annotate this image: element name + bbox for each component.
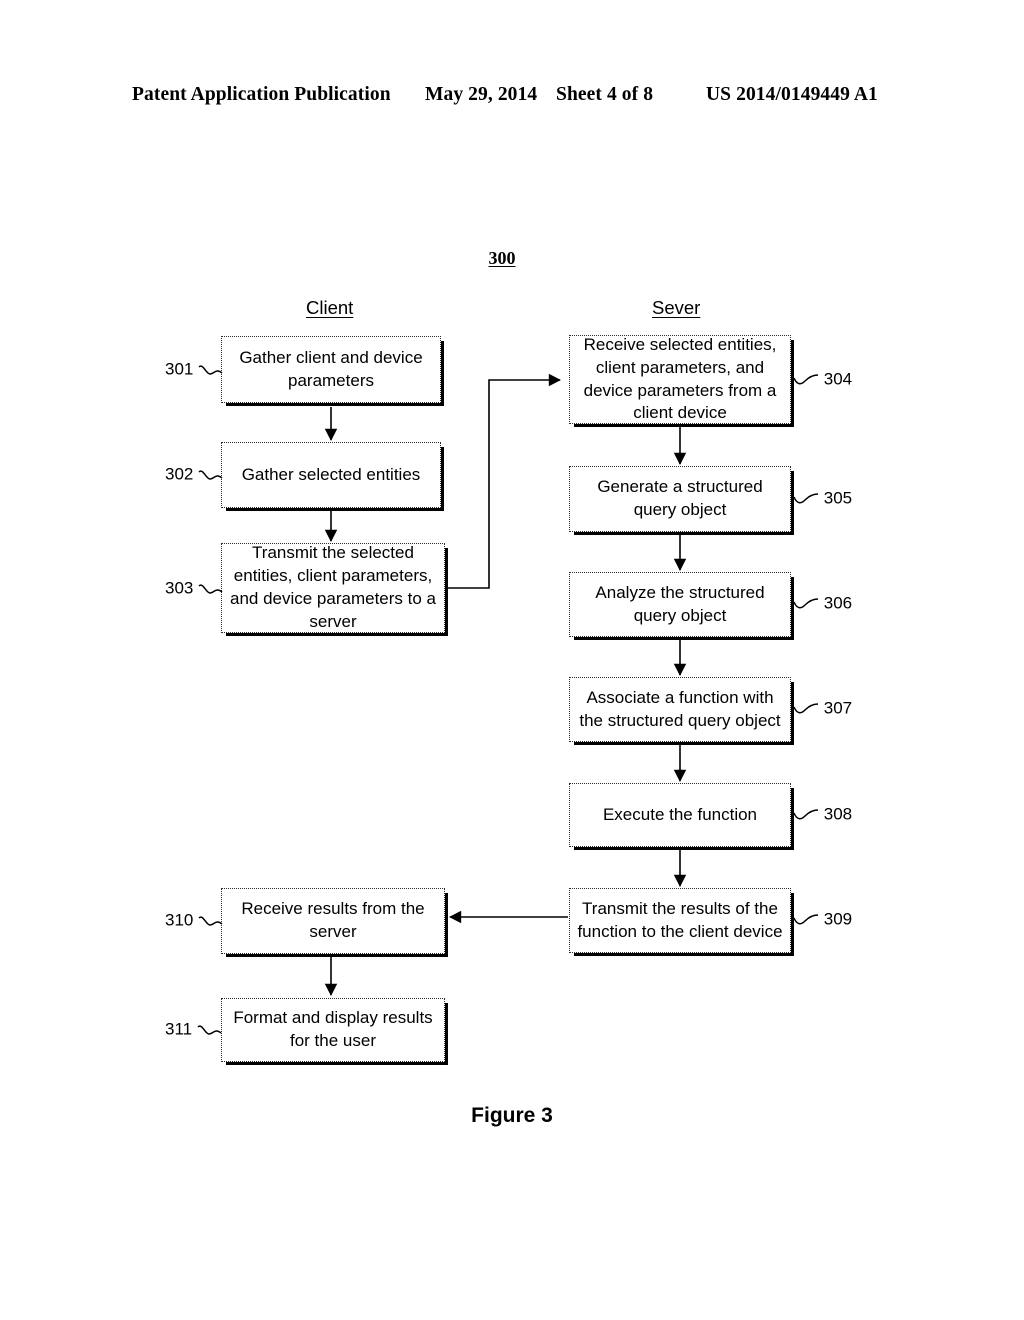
diagram-number-label: 300 (488, 248, 516, 268)
squiggle-icon (198, 468, 224, 482)
flow-node-307-text: Associate a function with the structured… (579, 687, 781, 730)
squiggle-icon (793, 597, 819, 611)
squiggle-icon (198, 582, 224, 596)
flow-node-301-text: Gather client and device parameters (239, 347, 423, 390)
ref-callout-301: 301 (165, 359, 224, 380)
ref-callout-309: 309 (793, 909, 852, 930)
flow-node-302-text: Gather selected entities (241, 464, 421, 484)
ref-callout-302-number: 302 (165, 464, 194, 484)
flow-node-304[interactable]: Receive selected entities, client parame… (569, 334, 794, 427)
squiggle-icon (197, 1023, 223, 1037)
squiggle-icon (793, 492, 819, 506)
ref-callout-304-number: 304 (823, 369, 853, 389)
flow-node-305-text: Generate a structured query object (597, 477, 763, 519)
flow-node-306[interactable]: Analyze the structured query object (569, 572, 794, 640)
squiggle-icon (198, 914, 224, 928)
flow-node-307[interactable]: Associate a function with the structured… (569, 677, 794, 745)
ref-callout-310-number: 310 (165, 910, 194, 930)
flow-node-311[interactable]: Format and display results for the user (221, 998, 448, 1065)
ref-callout-306-number: 306 (823, 593, 853, 613)
ref-callout-307-number: 307 (823, 698, 853, 718)
ref-callout-310: 310 (165, 910, 224, 931)
flow-node-306-text: Analyze the structured query object (595, 582, 765, 625)
ref-callout-309-number: 309 (823, 909, 853, 929)
squiggle-icon (793, 373, 819, 387)
flow-node-305[interactable]: Generate a structured query object (569, 466, 794, 535)
flow-node-309[interactable]: Transmit the results of the function to … (569, 888, 794, 956)
flow-node-311-text: Format and display results for the user (233, 1008, 433, 1050)
ref-callout-303-number: 303 (165, 578, 194, 598)
ref-callout-311: 311 (165, 1019, 223, 1040)
flowchart-figure: 300 Client Sever Gather client and devic… (0, 0, 1024, 1320)
ref-callout-305-number: 305 (823, 488, 853, 508)
squiggle-icon (793, 702, 819, 716)
ref-callout-306: 306 (793, 593, 852, 614)
flow-node-302[interactable]: Gather selected entities (221, 442, 444, 511)
flow-node-304-text: Receive selected entities, client parame… (583, 334, 777, 423)
ref-callout-311-number: 311 (165, 1019, 193, 1039)
ref-callout-302: 302 (165, 464, 224, 485)
ref-callout-303: 303 (165, 578, 224, 599)
ref-callout-305: 305 (793, 488, 852, 509)
flow-node-308[interactable]: Execute the function (569, 783, 794, 850)
squiggle-icon (793, 913, 819, 927)
ref-callout-308-number: 308 (823, 804, 853, 824)
column-header-server: Sever (652, 297, 701, 318)
flow-node-303-text: Transmit the selected entities, client p… (229, 543, 436, 631)
flow-node-303[interactable]: Transmit the selected entities, client p… (221, 543, 448, 636)
ref-callout-308: 308 (793, 804, 852, 825)
ref-callout-304: 304 (793, 369, 852, 390)
ref-callout-307: 307 (793, 698, 852, 719)
column-header-client: Client (306, 297, 354, 318)
flow-node-309-text: Transmit the results of the function to … (577, 898, 783, 941)
squiggle-icon (793, 808, 819, 822)
flow-node-301[interactable]: Gather client and device parameters (221, 336, 444, 406)
squiggle-icon (198, 363, 224, 377)
flow-node-310[interactable]: Receive results from the server (221, 888, 448, 957)
flow-node-308-text: Execute the function (602, 804, 758, 824)
flow-node-310-text: Receive results from the server (241, 899, 425, 941)
ref-callout-301-number: 301 (165, 359, 194, 379)
figure-caption: Figure 3 (471, 1104, 553, 1127)
